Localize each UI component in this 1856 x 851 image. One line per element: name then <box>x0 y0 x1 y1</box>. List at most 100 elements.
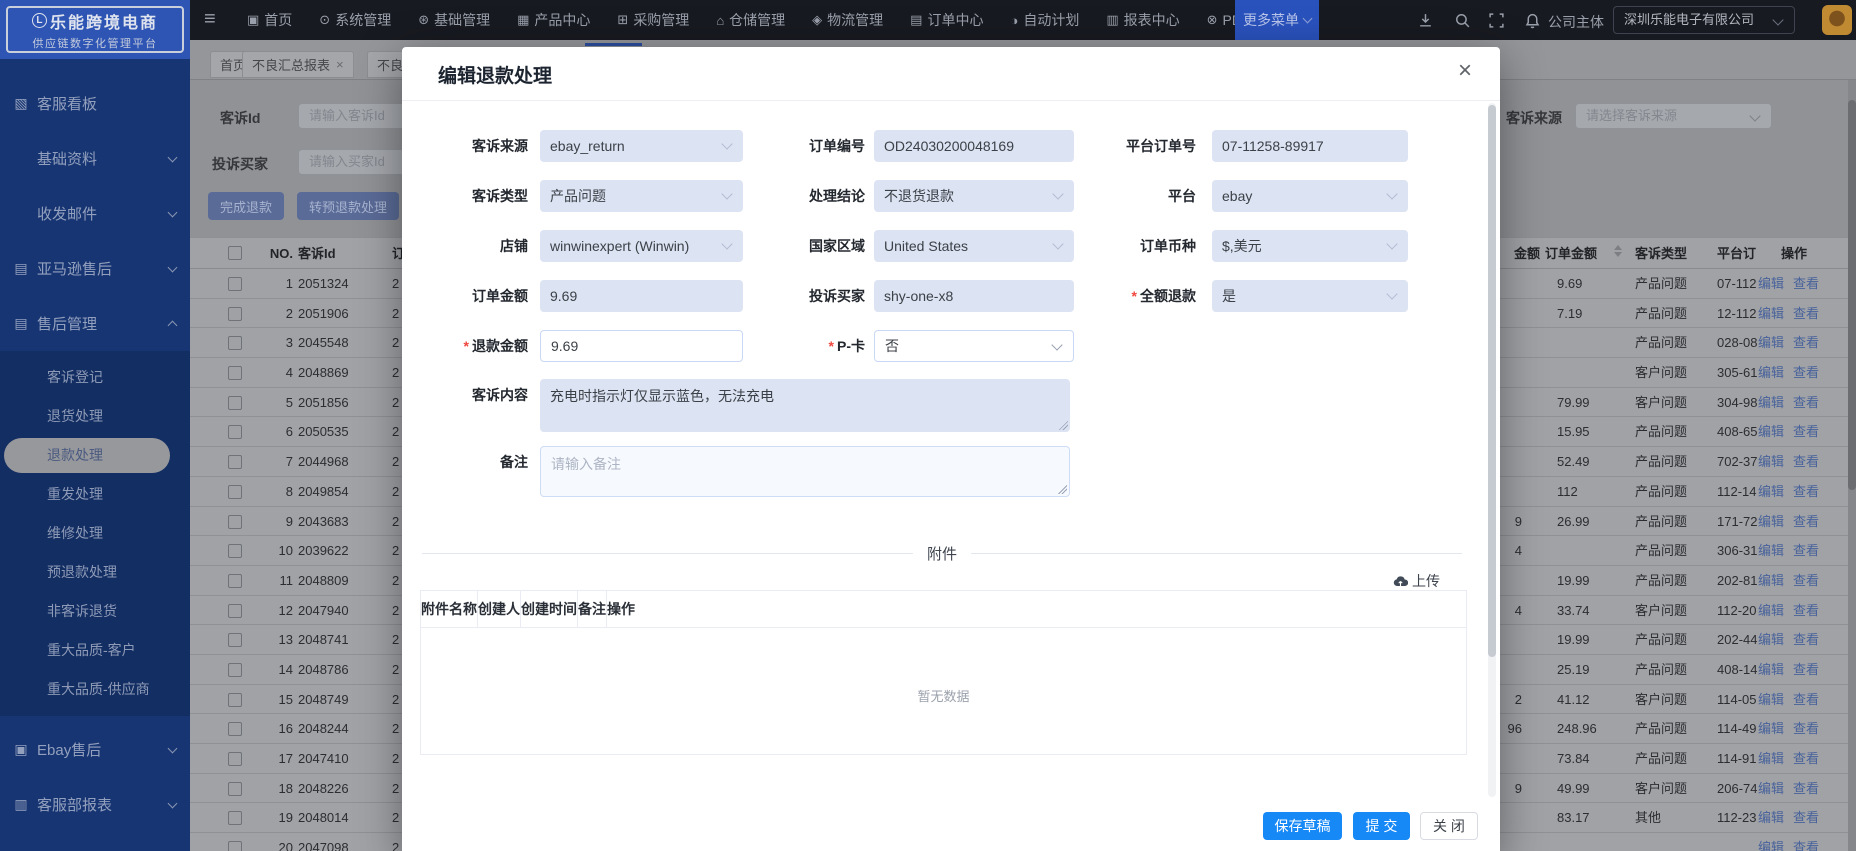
edit-link[interactable]: 编辑 <box>1758 685 1784 715</box>
top-nav-item[interactable]: ⌂ 仓储管理 <box>716 10 785 30</box>
row-checkbox[interactable] <box>228 336 242 351</box>
edit-link[interactable]: 编辑 <box>1758 803 1784 833</box>
view-link[interactable]: 查看 <box>1793 803 1819 833</box>
row-checkbox[interactable] <box>228 455 242 470</box>
close-icon[interactable]: × <box>1458 59 1472 83</box>
sidebar-group-item[interactable]: ▤ 亚马逊售后 <box>0 241 190 296</box>
row-checkbox[interactable] <box>228 662 242 677</box>
edit-link[interactable]: 编辑 <box>1758 714 1784 744</box>
finish-refund-button[interactable]: 完成退款 <box>208 192 285 220</box>
user-avatar[interactable] <box>1822 5 1852 35</box>
more-menu-button[interactable]: 更多菜单 <box>1235 0 1319 40</box>
view-link[interactable]: 查看 <box>1793 269 1819 299</box>
sidebar-group-item[interactable]: ▣ Ebay售后 <box>0 722 190 777</box>
view-link[interactable]: 查看 <box>1793 744 1819 774</box>
sidebar-group-item[interactable]: 基础资料 <box>0 131 190 186</box>
view-link[interactable]: 查看 <box>1793 714 1819 744</box>
submit-button[interactable]: 提 交 <box>1353 812 1410 840</box>
to-prerefund-button[interactable]: 转预退款处理 <box>297 192 400 220</box>
top-nav-item[interactable]: ◈ 物流管理 <box>812 10 883 30</box>
view-link[interactable]: 查看 <box>1793 655 1819 685</box>
sidebar-group-item[interactable]: ▥ 客服部报表 <box>0 777 190 832</box>
edit-link[interactable]: 编辑 <box>1758 774 1784 804</box>
view-link[interactable]: 查看 <box>1793 447 1819 477</box>
edit-link[interactable]: 编辑 <box>1758 596 1784 626</box>
top-nav-item[interactable]: ◑ 自动计划 <box>1010 10 1079 30</box>
row-checkbox[interactable] <box>228 752 242 766</box>
row-checkbox[interactable] <box>228 306 242 321</box>
select-all-checkbox[interactable] <box>228 246 242 260</box>
close-button[interactable]: 关 闭 <box>1420 812 1478 840</box>
sidebar-submenu-item[interactable]: 客诉登记 <box>0 358 190 397</box>
view-link[interactable]: 查看 <box>1793 388 1819 418</box>
search-icon[interactable] <box>1454 12 1471 29</box>
row-checkbox[interactable] <box>228 544 242 559</box>
row-checkbox[interactable] <box>228 484 242 499</box>
top-nav-item[interactable]: ⊞ 采购管理 <box>617 10 689 30</box>
view-link[interactable]: 查看 <box>1793 566 1819 596</box>
page-scrollbar-thumb[interactable] <box>1848 100 1856 490</box>
sidebar-group-item[interactable]: ▧ 客服看板 <box>0 76 190 131</box>
sidebar-submenu-item[interactable]: 退款处理 <box>0 436 190 475</box>
bell-icon[interactable] <box>1524 12 1541 29</box>
view-link[interactable]: 查看 <box>1793 685 1819 715</box>
sidebar-submenu-item[interactable]: 退货处理 <box>0 397 190 436</box>
view-link[interactable]: 查看 <box>1793 417 1819 447</box>
row-checkbox[interactable] <box>228 573 242 588</box>
view-link[interactable]: 查看 <box>1793 507 1819 537</box>
edit-link[interactable]: 编辑 <box>1758 507 1784 537</box>
row-checkbox[interactable] <box>228 841 242 851</box>
download-icon[interactable] <box>1417 12 1434 29</box>
edit-link[interactable]: 编辑 <box>1758 833 1784 851</box>
row-checkbox[interactable] <box>228 722 242 737</box>
company-select[interactable]: 深圳乐能电子有限公司 <box>1613 6 1795 34</box>
row-checkbox[interactable] <box>228 603 242 618</box>
edit-link[interactable]: 编辑 <box>1758 388 1784 418</box>
sidebar-submenu-item[interactable]: 重大品质-客户 <box>0 631 190 670</box>
top-nav-item[interactable]: ▥ 报表中心 <box>1106 10 1179 30</box>
view-link[interactable]: 查看 <box>1793 536 1819 566</box>
row-checkbox[interactable] <box>228 277 242 291</box>
field-remark-textarea[interactable]: 请输入备注 <box>540 446 1070 497</box>
edit-link[interactable]: 编辑 <box>1758 744 1784 774</box>
filter-source-select[interactable]: 请选择客诉来源 <box>1575 103 1772 129</box>
sidebar-submenu-item[interactable]: 重发处理 <box>0 475 190 514</box>
top-nav-item[interactable]: ▦ 产品中心 <box>517 10 590 30</box>
field-pcard-select[interactable]: 否 <box>874 330 1074 362</box>
top-nav-item[interactable]: ▣ 首页 <box>247 10 292 30</box>
row-checkbox[interactable] <box>228 781 242 796</box>
field-refund-amount-input[interactable]: 9.69 <box>540 330 743 362</box>
top-nav-item[interactable]: ⊛ 基础管理 <box>418 10 490 30</box>
edit-link[interactable]: 编辑 <box>1758 328 1784 358</box>
sort-icon[interactable] <box>1614 245 1622 257</box>
view-link[interactable]: 查看 <box>1793 328 1819 358</box>
row-checkbox[interactable] <box>228 692 242 707</box>
save-draft-button[interactable]: 保存草稿 <box>1263 812 1342 840</box>
view-link[interactable]: 查看 <box>1793 625 1819 655</box>
view-link[interactable]: 查看 <box>1793 774 1819 804</box>
edit-link[interactable]: 编辑 <box>1758 566 1784 596</box>
edit-link[interactable]: 编辑 <box>1758 447 1784 477</box>
view-link[interactable]: 查看 <box>1793 477 1819 507</box>
row-checkbox[interactable] <box>228 366 242 381</box>
row-checkbox[interactable] <box>228 425 242 440</box>
view-link[interactable]: 查看 <box>1793 299 1819 329</box>
sidebar-group-item[interactable]: 收发邮件 <box>0 186 190 241</box>
edit-link[interactable]: 编辑 <box>1758 417 1784 447</box>
menu-collapse-icon[interactable]: ≡ <box>204 8 216 31</box>
tab-report[interactable]: 不良汇总报表 × <box>242 51 354 78</box>
upload-button[interactable]: 上传 <box>1393 571 1440 591</box>
top-nav-item[interactable]: ▤ 订单中心 <box>910 10 983 30</box>
edit-link[interactable]: 编辑 <box>1758 269 1784 299</box>
sidebar-submenu-item[interactable]: 重大品质-供应商 <box>0 670 190 709</box>
top-nav-item[interactable]: ⊙ 系统管理 <box>319 10 391 30</box>
edit-link[interactable]: 编辑 <box>1758 299 1784 329</box>
view-link[interactable]: 查看 <box>1793 833 1819 851</box>
sidebar-submenu-item[interactable]: 维修处理 <box>0 514 190 553</box>
edit-link[interactable]: 编辑 <box>1758 477 1784 507</box>
sidebar-submenu-item[interactable]: 非客诉退货 <box>0 592 190 631</box>
edit-link[interactable]: 编辑 <box>1758 655 1784 685</box>
sidebar-group-item[interactable]: ▤ 售后管理 <box>0 296 190 351</box>
view-link[interactable]: 查看 <box>1793 358 1819 388</box>
edit-link[interactable]: 编辑 <box>1758 625 1784 655</box>
